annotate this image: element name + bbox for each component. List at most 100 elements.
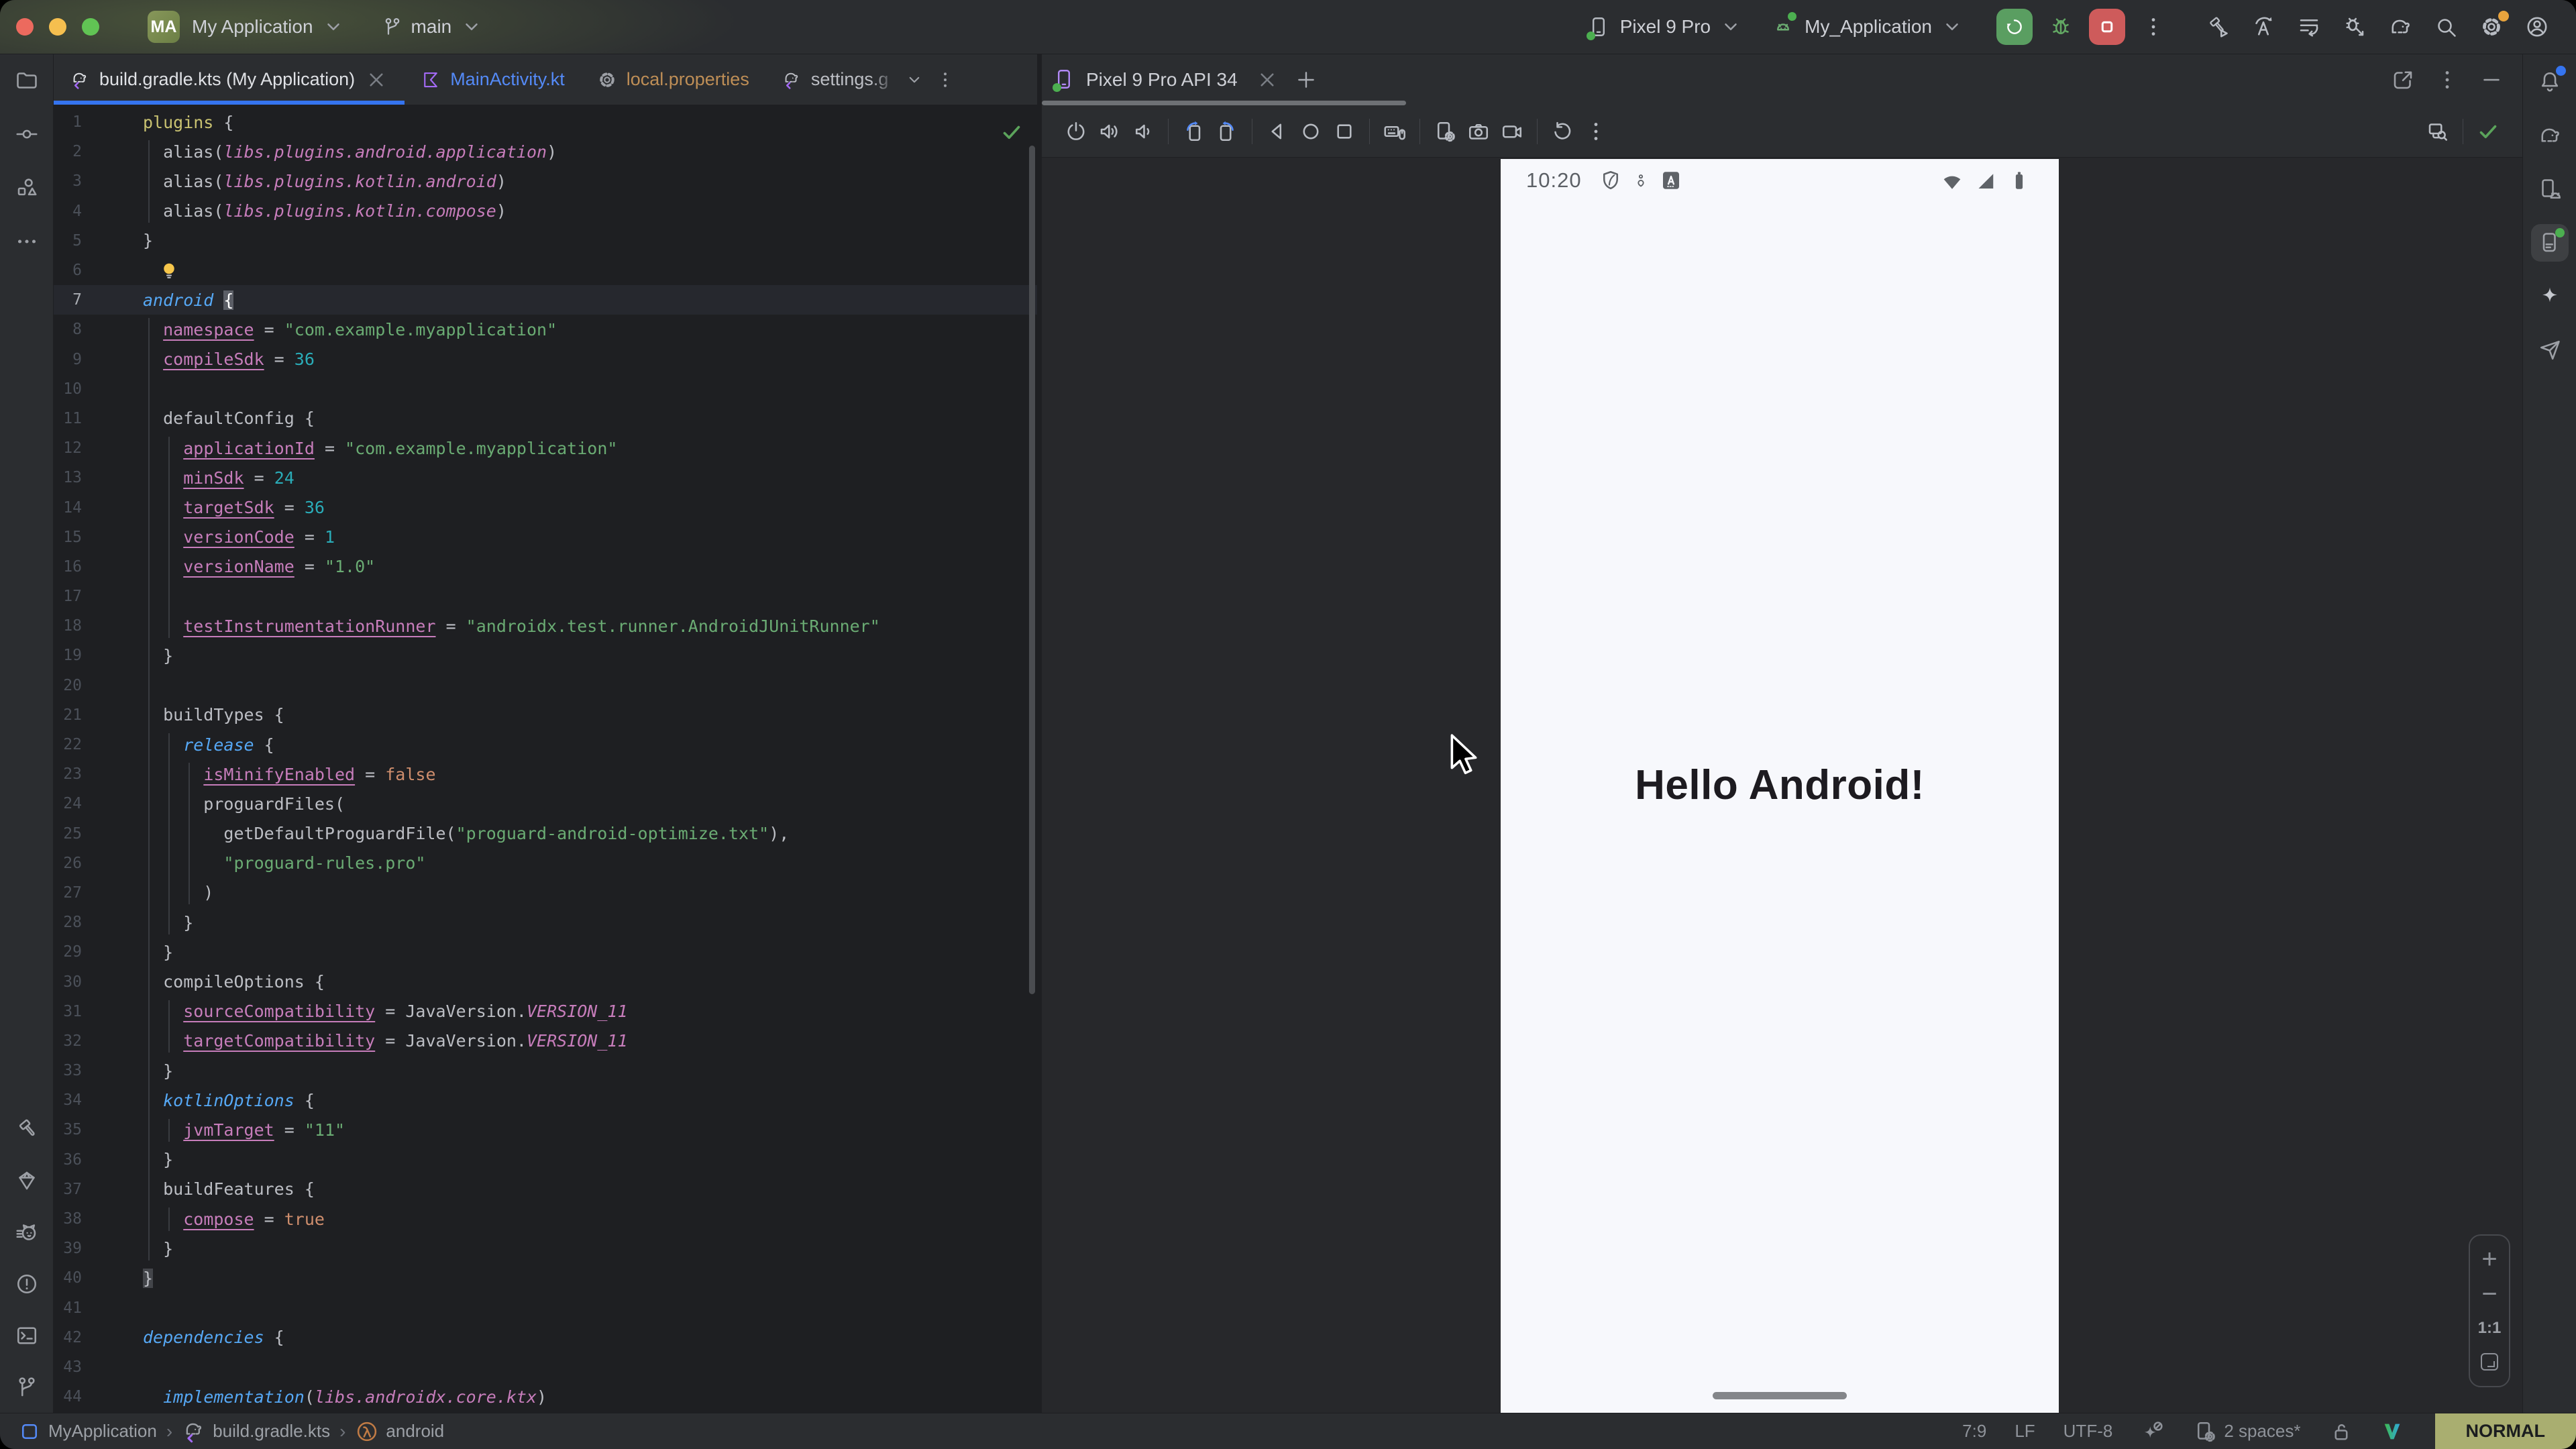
code-line[interactable]: 32 targetCompatibility = JavaVersion.VER… — [54, 1026, 1037, 1056]
ideavim-widget[interactable] — [2381, 1421, 2403, 1442]
code-line[interactable]: 40} — [54, 1263, 1037, 1293]
tool-terminal[interactable] — [8, 1317, 46, 1354]
code-line[interactable]: 37 buildFeatures { — [54, 1175, 1037, 1204]
code-line[interactable]: 20 — [54, 671, 1037, 700]
tool-problems[interactable] — [8, 1265, 46, 1303]
close-icon[interactable] — [364, 68, 388, 92]
stop-button[interactable] — [2089, 9, 2125, 45]
tool-running-devices[interactable] — [2531, 224, 2569, 262]
close-icon[interactable] — [1255, 68, 1279, 92]
zoom-fit-button[interactable] — [2479, 1352, 2500, 1372]
tool-gemini[interactable] — [8, 1162, 46, 1199]
android-overview-button[interactable] — [1328, 115, 1361, 148]
tab-settings-gradle[interactable]: settings.g — [765, 54, 897, 105]
read-write-lock-widget[interactable] — [2329, 1419, 2353, 1444]
code-line[interactable]: 29 } — [54, 937, 1037, 967]
zoom-reset-button[interactable]: 1:1 — [2478, 1319, 2502, 1338]
screenshot-button[interactable] — [1462, 115, 1495, 148]
volume-up-button[interactable] — [1093, 115, 1126, 148]
code-line[interactable]: 2 alias(libs.plugins.android.application… — [54, 137, 1037, 166]
encoding-widget[interactable]: UTF-8 — [2063, 1421, 2113, 1442]
zoom-out-button[interactable]: − — [2479, 1284, 2500, 1304]
gesture-navigation-handle[interactable] — [1713, 1392, 1847, 1399]
volume-down-button[interactable] — [1126, 115, 1160, 148]
code-line[interactable]: 18 testInstrumentationRunner = "androidx… — [54, 611, 1037, 641]
tool-commit[interactable] — [8, 115, 46, 153]
editor-scrollbar[interactable] — [1029, 146, 1035, 994]
code-line[interactable]: 11 defaultConfig { — [54, 404, 1037, 433]
code-line[interactable]: 19 } — [54, 641, 1037, 670]
add-device-tab-button[interactable] — [1293, 66, 1320, 93]
code-line[interactable]: 42dependencies { — [54, 1323, 1037, 1352]
code-line[interactable]: 10 — [54, 374, 1037, 404]
code-line[interactable]: 4 alias(libs.plugins.kotlin.compose) — [54, 197, 1037, 226]
line-separator-widget[interactable]: LF — [2015, 1421, 2035, 1442]
tab-options-button[interactable] — [932, 66, 959, 93]
code-line[interactable]: 38 compose = true — [54, 1204, 1037, 1234]
code-line[interactable]: 35 jvmTarget = "11" — [54, 1115, 1037, 1144]
profile-button[interactable] — [2522, 12, 2552, 42]
code-line[interactable]: 36 } — [54, 1145, 1037, 1175]
code-line[interactable]: 3 alias(libs.plugins.kotlin.android) — [54, 166, 1037, 196]
device-selector[interactable]: Pixel 9 Pro — [1585, 12, 1743, 42]
code-line[interactable]: 26 "proguard-rules.pro" — [54, 849, 1037, 878]
tool-build[interactable] — [8, 1110, 46, 1148]
code-line[interactable]: 30 compileOptions { — [54, 967, 1037, 996]
emulator-more-button[interactable] — [1579, 115, 1613, 148]
code-line[interactable]: 24 proguardFiles( — [54, 789, 1037, 818]
apply-code-changes-button[interactable] — [2294, 12, 2324, 42]
project-selector[interactable]: My Application — [192, 15, 345, 39]
code-line[interactable]: 13 minSdk = 24 — [54, 463, 1037, 492]
branch-selector[interactable]: main — [382, 15, 484, 39]
code-line[interactable]: 16 versionName = "1.0" — [54, 552, 1037, 582]
panel-options-icon[interactable] — [2435, 68, 2459, 92]
hide-panel-icon[interactable] — [2479, 68, 2504, 92]
device-settings-button[interactable] — [1428, 115, 1462, 148]
screen-record-button[interactable] — [1495, 115, 1529, 148]
code-line[interactable]: 21 buildTypes { — [54, 700, 1037, 730]
settings-button[interactable] — [2477, 12, 2506, 42]
code-line[interactable]: 7android { — [54, 285, 1037, 315]
caret-position-widget[interactable]: 7:9 — [1962, 1421, 1986, 1442]
ui-check-button[interactable] — [2421, 115, 2455, 148]
tool-logcat[interactable] — [8, 1214, 46, 1251]
tool-resource-manager[interactable] — [8, 169, 46, 207]
code-line[interactable]: 1plugins { — [54, 107, 1037, 137]
code-line[interactable]: 15 versionCode = 1 — [54, 523, 1037, 552]
rotate-right-button[interactable] — [1210, 115, 1244, 148]
code-line[interactable]: 6 — [54, 256, 1037, 285]
power-button[interactable] — [1059, 115, 1093, 148]
code-line[interactable]: 17 — [54, 582, 1037, 611]
breadcrumb-module[interactable]: MyApplication — [17, 1419, 157, 1444]
breadcrumb-file[interactable]: build.gradle.kts — [182, 1419, 330, 1444]
tab-mainactivity[interactable]: MainActivity.kt — [405, 54, 581, 105]
tab-list-chevron-button[interactable] — [901, 66, 928, 93]
code-line[interactable]: 39 } — [54, 1234, 1037, 1263]
code-line[interactable]: 12 applicationId = "com.example.myapplic… — [54, 433, 1037, 463]
code-line[interactable]: 34 kotlinOptions { — [54, 1085, 1037, 1115]
emulator-screen[interactable]: 10:20 Hello Android! — [1501, 159, 2059, 1413]
code-line[interactable]: 23 isMinifyEnabled = false — [54, 759, 1037, 789]
code-line[interactable]: 22 release { — [54, 730, 1037, 759]
zoom-window-button[interactable] — [82, 18, 99, 36]
inspections-ok-check-icon[interactable] — [1000, 120, 1024, 144]
code-line[interactable]: 28 } — [54, 908, 1037, 937]
open-in-new-window-icon[interactable] — [2391, 68, 2415, 92]
tool-device-manager[interactable] — [2531, 170, 2569, 208]
tool-project-folder[interactable] — [8, 62, 46, 99]
attach-debugger-button[interactable] — [2340, 12, 2369, 42]
tool-more-windows[interactable] — [8, 223, 46, 260]
tool-notifications[interactable] — [2531, 63, 2569, 101]
android-home-button[interactable] — [1294, 115, 1328, 148]
device-tab-scrollbar[interactable] — [1042, 101, 1406, 105]
minimize-window-button[interactable] — [49, 18, 66, 36]
apply-changes-button[interactable] — [2249, 12, 2278, 42]
tab-local-properties[interactable]: local.properties — [581, 54, 765, 105]
android-back-button[interactable] — [1260, 115, 1294, 148]
hardware-input-button[interactable] — [1378, 115, 1411, 148]
code-line[interactable]: 27 ) — [54, 878, 1037, 908]
intention-bulb-icon[interactable] — [159, 260, 179, 280]
code-line[interactable]: 5} — [54, 226, 1037, 256]
code-line[interactable]: 8 namespace = "com.example.myapplication… — [54, 315, 1037, 344]
device-tab[interactable]: Pixel 9 Pro API 34 — [1053, 68, 1279, 92]
